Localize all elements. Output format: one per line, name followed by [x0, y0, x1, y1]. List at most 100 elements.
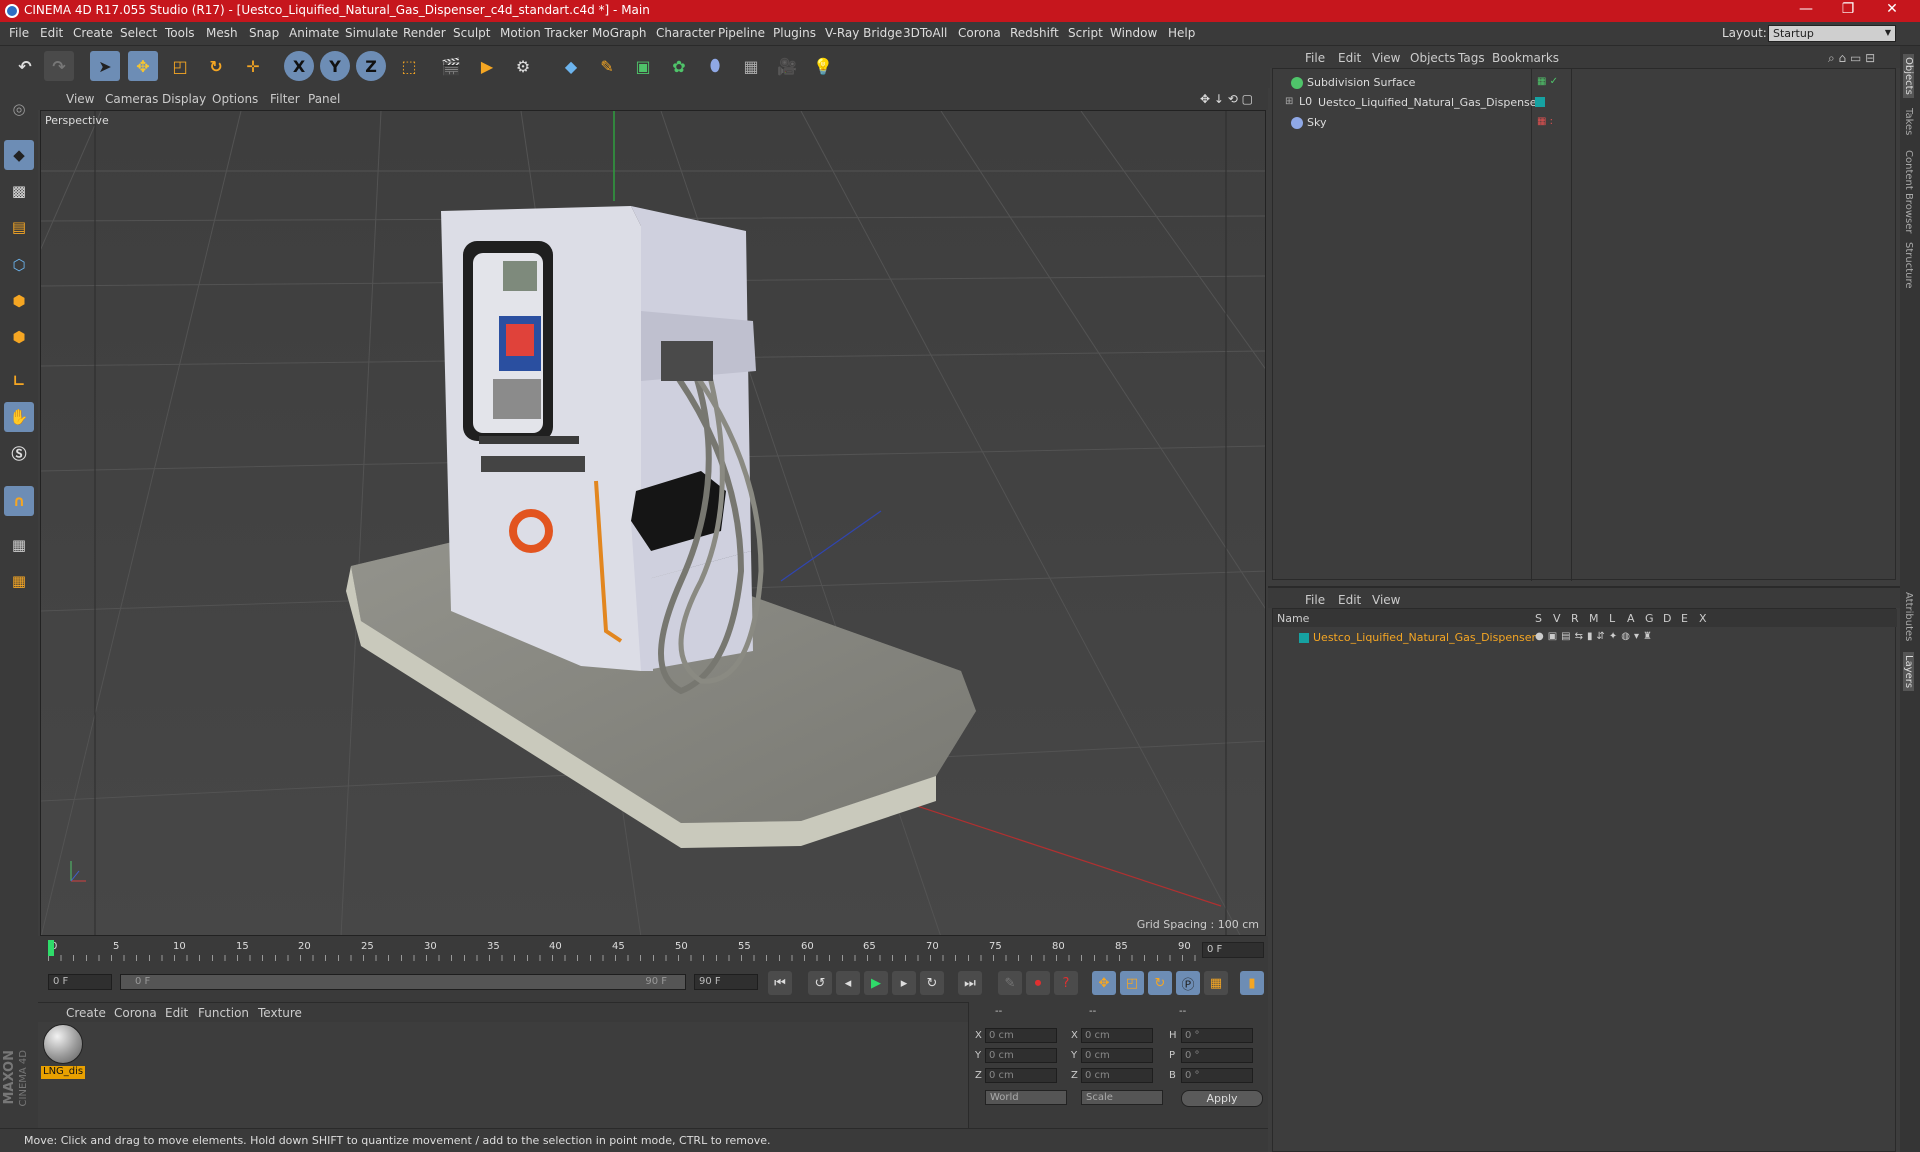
edges-mode-icon[interactable]: ⬢	[4, 286, 34, 316]
layers-menu-view[interactable]: View	[1372, 593, 1400, 607]
material-preview-sphere[interactable]	[43, 1024, 83, 1064]
deformer-icon[interactable]: ⬮	[700, 51, 730, 81]
tab-layers[interactable]: Layers	[1903, 652, 1914, 692]
undo-icon[interactable]: ↶	[10, 51, 40, 81]
menu-render[interactable]: Render	[403, 26, 446, 40]
objects-toolbar-icons[interactable]: ⌕ ⌂ ▭ ⊟	[1828, 51, 1875, 66]
subdivision-surface-icon[interactable]: ▣	[628, 51, 658, 81]
object-row-subdivision-surface[interactable]: Subdivision Surface ▦ ✓	[1273, 73, 1897, 93]
menu-simulate[interactable]: Simulate	[345, 26, 398, 40]
floor-icon[interactable]: ▦	[736, 51, 766, 81]
timeline-ruler[interactable]: 0 5 10 15 20 25 30 35 40 45 50 55 60 65 …	[38, 936, 1268, 964]
workplane-mode-icon[interactable]: ▤	[4, 212, 34, 242]
maximize-button[interactable]: ❐	[1828, 1, 1868, 21]
layout-dropdown[interactable]: Startup	[1768, 25, 1896, 42]
layer-color-icon[interactable]	[1535, 97, 1545, 107]
axis-mode-icon[interactable]: ∟	[4, 366, 34, 396]
close-button[interactable]: ✕	[1872, 1, 1912, 21]
snapping-icon[interactable]: ∩	[4, 486, 34, 516]
go-to-start-icon[interactable]: ⏮	[768, 971, 792, 995]
size-y-field[interactable]: 0 cm	[1081, 1048, 1153, 1063]
timeline-window-icon[interactable]: ▮	[1240, 971, 1264, 995]
go-to-end-icon[interactable]: ⏭	[958, 971, 982, 995]
menu-pipeline[interactable]: Pipeline	[718, 26, 765, 40]
material-menu-corona[interactable]: Corona	[114, 1006, 157, 1020]
pen-spline-icon[interactable]: ✎	[592, 51, 622, 81]
menu-motion-tracker[interactable]: Motion Tracker	[500, 26, 588, 40]
scale-tool-icon[interactable]: ◰	[165, 51, 195, 81]
objects-menu-tags[interactable]: Tags	[1458, 51, 1485, 65]
menu-script[interactable]: Script	[1068, 26, 1103, 40]
menu-select[interactable]: Select	[120, 26, 157, 40]
menu-animate[interactable]: Animate	[289, 26, 339, 40]
texture-mode-icon[interactable]: ▩	[4, 176, 34, 206]
viewport-navigation-icons[interactable]: ✥ ↓ ⟲ ▢	[1200, 92, 1253, 106]
render-settings-icon[interactable]: ⚙	[508, 51, 538, 81]
objects-menu-file[interactable]: File	[1305, 51, 1325, 65]
key-parameter-icon[interactable]: Ⓟ	[1176, 971, 1200, 995]
autokeying-icon[interactable]: ?	[1054, 971, 1078, 995]
menu-sculpt[interactable]: Sculpt	[453, 26, 490, 40]
tab-content-browser[interactable]: Content Browser	[1903, 150, 1914, 233]
menu-create[interactable]: Create	[73, 26, 113, 40]
menu-corona[interactable]: Corona	[958, 26, 1001, 40]
menu-3dtoall[interactable]: 3DToAll	[903, 26, 947, 40]
cube-primitive-icon[interactable]: ◆	[556, 51, 586, 81]
key-scale-icon[interactable]: ◰	[1120, 971, 1144, 995]
viewport-menu-options[interactable]: Options	[212, 92, 258, 106]
rotation-h-field[interactable]: 0 °	[1181, 1028, 1253, 1043]
rotation-b-field[interactable]: 0 °	[1181, 1068, 1253, 1083]
viewport-menu-cameras[interactable]: Cameras	[105, 92, 158, 106]
menu-redshift[interactable]: Redshift	[1010, 26, 1059, 40]
motion-path-icon[interactable]: ✎	[998, 971, 1022, 995]
visibility-check-icon[interactable]: ▦ ✓	[1537, 76, 1558, 87]
3d-viewport[interactable]: Perspective Grid Spacing : 100 cm	[40, 110, 1266, 936]
x-axis-lock-button[interactable]: X	[284, 51, 314, 81]
polygons-mode-icon[interactable]: ⬢	[4, 322, 34, 352]
live-selection-icon[interactable]: ➤	[90, 51, 120, 81]
objects-menu-bookmarks[interactable]: Bookmarks	[1492, 51, 1559, 65]
solo-mode-icon[interactable]: Ⓢ	[4, 438, 34, 468]
position-y-field[interactable]: 0 cm	[985, 1048, 1057, 1063]
layers-menu-edit[interactable]: Edit	[1338, 593, 1361, 607]
size-mode-dropdown[interactable]: Scale	[1081, 1090, 1163, 1105]
workplane-lock-icon[interactable]: ▦	[4, 530, 34, 560]
previous-key-icon[interactable]: ↺	[808, 971, 832, 995]
key-position-icon[interactable]: ✥	[1092, 971, 1116, 995]
menu-snap[interactable]: Snap	[249, 26, 279, 40]
tab-attributes[interactable]: Attributes	[1903, 592, 1914, 641]
playhead-marker[interactable]	[48, 940, 54, 956]
record-active-objects-icon[interactable]: ⏺	[1026, 971, 1050, 995]
viewport-menu-panel[interactable]: Panel	[308, 92, 340, 106]
position-x-field[interactable]: 0 cm	[985, 1028, 1057, 1043]
z-axis-lock-button[interactable]: Z	[356, 51, 386, 81]
menu-mograph[interactable]: MoGraph	[592, 26, 647, 40]
recent-tool-icon[interactable]: ✛	[238, 51, 268, 81]
object-row-dispenser[interactable]: ⊞ L0 Uestco_Liquified_Natural_Gas_Dispen…	[1273, 93, 1897, 113]
rotate-tool-icon[interactable]: ↻	[201, 51, 231, 81]
viewport-menu-filter[interactable]: Filter	[270, 92, 300, 106]
next-key-icon[interactable]: ↻	[920, 971, 944, 995]
tab-structure[interactable]: Structure	[1903, 242, 1914, 289]
mograph-cloner-icon[interactable]: ✿	[664, 51, 694, 81]
menu-file[interactable]: File	[9, 26, 29, 40]
menu-tools[interactable]: Tools	[165, 26, 195, 40]
objects-menu-edit[interactable]: Edit	[1338, 51, 1361, 65]
minimize-button[interactable]: —	[1786, 1, 1826, 21]
visibility-dot-icon[interactable]: ▦ :	[1537, 116, 1553, 127]
menu-window[interactable]: Window	[1110, 26, 1157, 40]
material-menu-create[interactable]: Create	[66, 1006, 106, 1020]
apply-button[interactable]: Apply	[1181, 1090, 1263, 1107]
size-x-field[interactable]: 0 cm	[1081, 1028, 1153, 1043]
y-axis-lock-button[interactable]: Y	[320, 51, 350, 81]
menu-character[interactable]: Character	[656, 26, 715, 40]
material-menu-edit[interactable]: Edit	[165, 1006, 188, 1020]
material-menu-texture[interactable]: Texture	[258, 1006, 302, 1020]
menu-edit[interactable]: Edit	[40, 26, 63, 40]
make-editable-icon[interactable]: ◎	[4, 94, 34, 124]
render-view-icon[interactable]: 🎬	[436, 51, 466, 81]
render-picture-viewer-icon[interactable]: ▶	[472, 51, 502, 81]
key-rotation-icon[interactable]: ↻	[1148, 971, 1172, 995]
camera-icon[interactable]: 🎥	[772, 51, 802, 81]
tweak-mode-icon[interactable]: ✋	[4, 402, 34, 432]
